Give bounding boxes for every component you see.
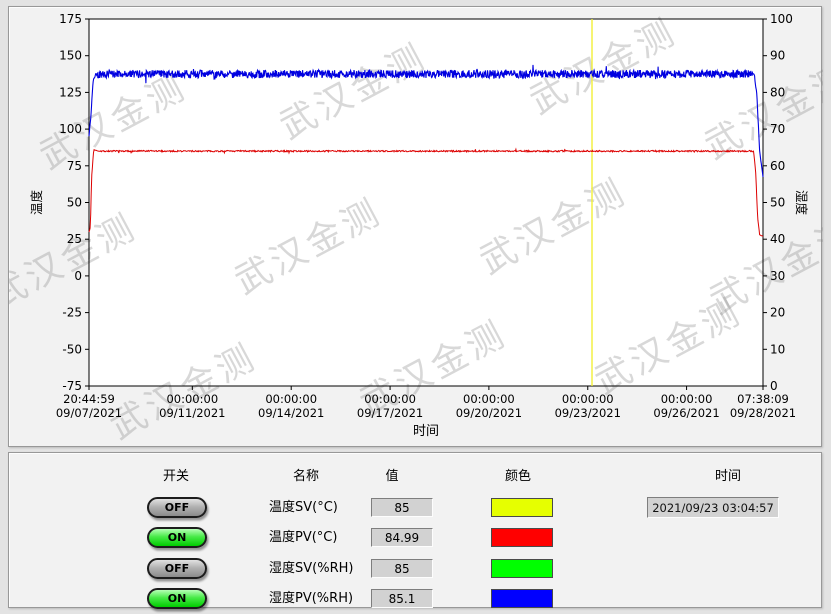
y-right-tick-label: 40 — [770, 232, 785, 246]
x-tick-date: 09/14/2021 — [258, 406, 324, 420]
y-left-tick-label: 125 — [59, 85, 82, 99]
value-humid-pv: 85.1 — [371, 589, 433, 608]
x-tick-time: 20:44:59 — [63, 392, 115, 406]
toggle-humid-sv[interactable]: OFF — [147, 558, 207, 579]
header-switch: 开关 — [131, 465, 221, 484]
toggle-humid-pv-label: ON — [168, 592, 187, 605]
y-right-tick-label: 60 — [770, 159, 785, 173]
toggle-humid-pv[interactable]: ON — [147, 588, 207, 609]
x-tick-date: 09/11/2021 — [159, 406, 225, 420]
y-right-tick-label: 70 — [770, 122, 785, 136]
x-tick-time: 00:00:00 — [166, 392, 218, 406]
y-right-tick-label: 20 — [770, 306, 785, 320]
x-tick-time: 00:00:00 — [265, 392, 317, 406]
x-axis-title: 时间 — [413, 424, 439, 439]
y-left-axis-title: 温度 — [29, 190, 44, 216]
y-left-tick-label: 175 — [59, 12, 82, 26]
x-tick-time: 00:00:00 — [364, 392, 416, 406]
color-swatch-temp-pv[interactable] — [491, 528, 553, 547]
toggle-temp-sv-label: OFF — [165, 501, 189, 514]
x-tick-date: 09/17/2021 — [357, 406, 423, 420]
y-left-tick-label: 50 — [67, 196, 82, 210]
y-left-tick-label: -25 — [62, 306, 82, 320]
toggle-humid-sv-label: OFF — [165, 562, 189, 575]
y-right-tick-label: 80 — [770, 85, 785, 99]
x-tick-time: 00:00:00 — [661, 392, 713, 406]
x-tick-date: 09/07/2021 — [56, 406, 122, 420]
x-tick-date: 09/26/2021 — [653, 406, 719, 420]
value-temp-sv: 85 — [371, 498, 433, 517]
cursor-time-display: 2021/09/23 03:04:57 — [647, 497, 779, 518]
header-value: 值 — [347, 465, 437, 484]
header-time: 时间 — [683, 465, 773, 484]
y-left-tick-label: 0 — [74, 269, 82, 283]
color-swatch-humid-sv[interactable] — [491, 559, 553, 578]
y-left-tick-label: 75 — [67, 159, 82, 173]
y-left-tick-label: 150 — [59, 49, 82, 63]
value-temp-pv: 84.99 — [371, 528, 433, 547]
x-tick-date: 09/23/2021 — [555, 406, 621, 420]
y-right-axis-title: 湿度 — [794, 190, 809, 216]
value-humid-sv: 85 — [371, 559, 433, 578]
y-right-tick-label: 30 — [770, 269, 785, 283]
color-swatch-humid-pv[interactable] — [491, 589, 553, 608]
toggle-temp-pv[interactable]: ON — [147, 527, 207, 548]
y-left-tick-label: 100 — [59, 122, 82, 136]
control-panel: 开关 名称 值 颜色 时间 OFF 温度SV(°C) 85 ON 温度PV(°C… — [8, 452, 822, 608]
y-right-tick-label: 100 — [770, 12, 793, 26]
header-name: 名称 — [261, 465, 351, 484]
header-color: 颜色 — [473, 465, 563, 484]
x-tick-date: 09/20/2021 — [456, 406, 522, 420]
y-left-tick-label: 25 — [67, 232, 82, 246]
x-tick-time: 00:00:00 — [463, 392, 515, 406]
x-tick-date: 09/28/2021 — [730, 406, 796, 420]
x-tick-time: 07:38:09 — [737, 392, 789, 406]
y-left-tick-label: -50 — [62, 342, 82, 356]
y-left-tick-label: -75 — [62, 379, 82, 393]
color-swatch-temp-sv[interactable] — [491, 498, 553, 517]
chart-panel: 武汉金测武汉金测武汉金测武汉金测武汉金测武汉金测武汉金测武汉金测武汉金测武汉金测… — [8, 6, 822, 447]
trend-chart[interactable]: 武汉金测武汉金测武汉金测武汉金测武汉金测武汉金测武汉金测武汉金测武汉金测武汉金测… — [9, 7, 823, 448]
y-right-tick-label: 0 — [770, 379, 778, 393]
toggle-temp-pv-label: ON — [168, 531, 187, 544]
toggle-temp-sv[interactable]: OFF — [147, 497, 207, 518]
y-right-tick-label: 90 — [770, 49, 785, 63]
x-tick-time: 00:00:00 — [562, 392, 614, 406]
y-right-tick-label: 50 — [770, 196, 785, 210]
y-right-tick-label: 10 — [770, 342, 785, 356]
